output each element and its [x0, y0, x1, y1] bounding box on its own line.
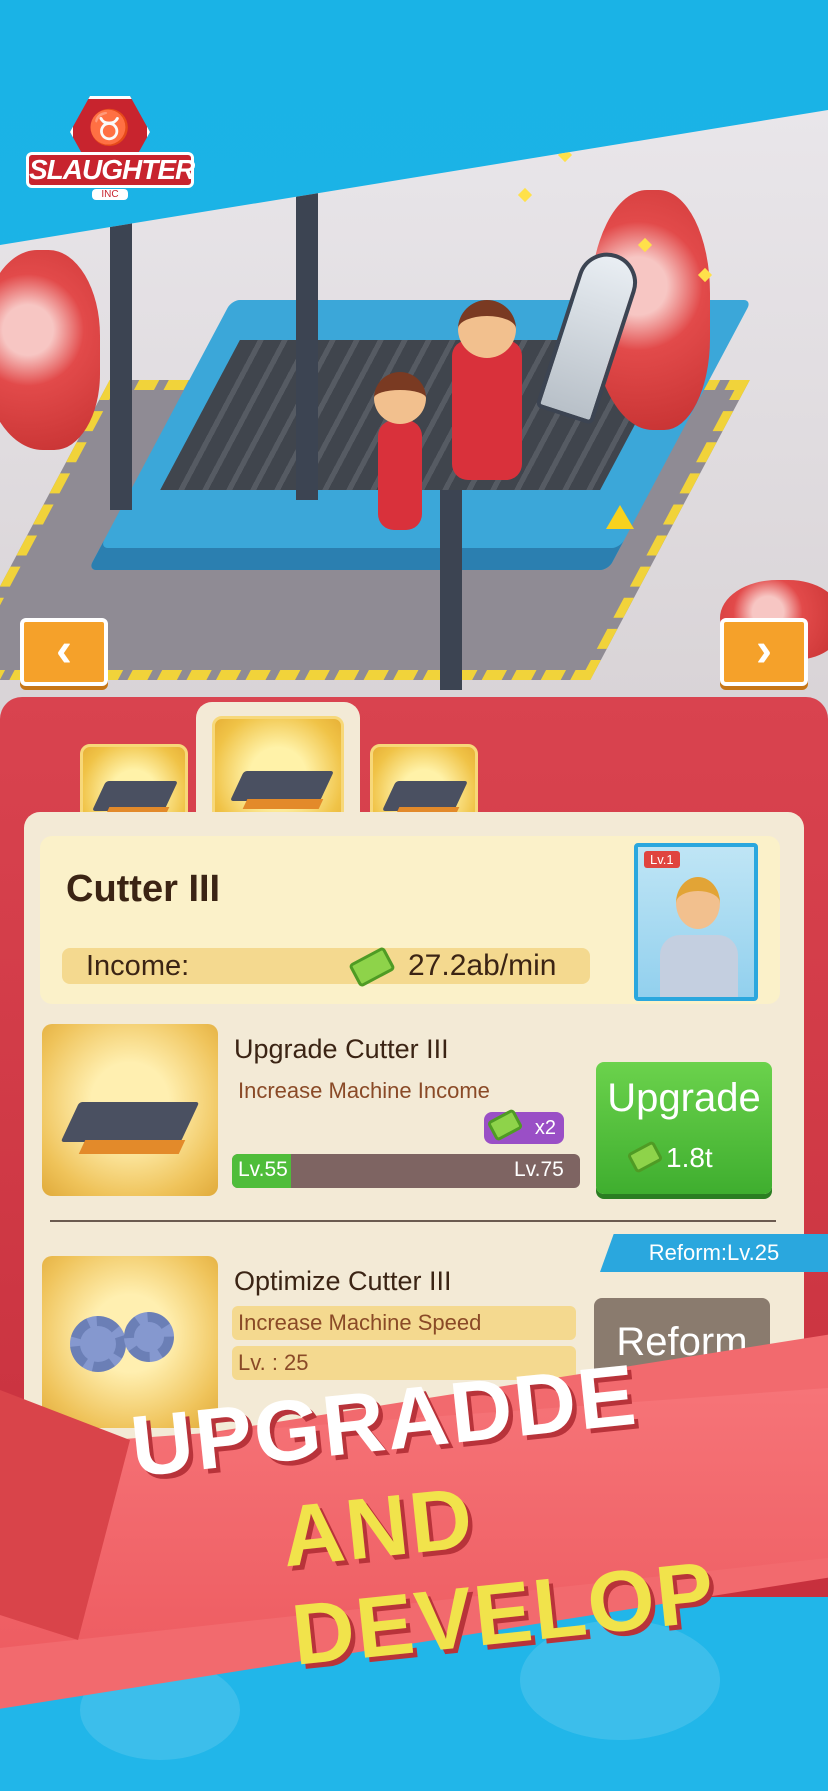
assistant-head [374, 372, 426, 424]
assistant-worker [378, 420, 422, 530]
next-machine-button[interactable]: › [720, 618, 808, 686]
machine-name: Cutter III [66, 868, 221, 910]
gear-icon [124, 1312, 174, 1362]
gear-icon [70, 1316, 126, 1372]
spark [557, 147, 573, 163]
optimize-description: Increase Machine Speed [238, 1310, 482, 1335]
cash-icon [626, 1140, 664, 1174]
bull-icon: ♉ [88, 109, 131, 147]
butcher-head [458, 300, 516, 358]
reform-requirement-tag: Reform:Lv.25 [600, 1234, 828, 1272]
upgrade-button[interactable]: Upgrade 1.8t [596, 1062, 772, 1194]
cutter-machine-icon [60, 1102, 200, 1142]
upgrade-button-label: Upgrade [607, 1076, 761, 1120]
item-divider [50, 1220, 776, 1222]
upgrade-cost: 1.8t [666, 1142, 713, 1173]
manager-level: Lv.1 [644, 851, 680, 868]
income-label: Income: [86, 950, 190, 982]
manager-avatar [676, 877, 720, 929]
optimize-title: Optimize Cutter III [234, 1266, 452, 1296]
logo-brand: SLAUGHTER [26, 152, 195, 188]
manager-card[interactable]: Lv.1 [634, 843, 758, 1001]
optimize-level: Lv. : 25 [238, 1350, 309, 1375]
cutter-base-icon [242, 799, 324, 809]
support-pillar [440, 490, 462, 690]
warning-icon [606, 505, 634, 529]
previous-machine-button[interactable]: ‹ [20, 618, 108, 686]
level-current: Lv.55 [238, 1158, 288, 1181]
logo-sub: INC [92, 189, 128, 200]
upgrade-title: Upgrade Cutter III [234, 1034, 449, 1064]
support-pillar [110, 220, 132, 510]
support-pillar [296, 170, 318, 500]
cutter-base-icon [78, 1140, 186, 1154]
manager-avatar-body [660, 935, 738, 997]
spark [517, 187, 533, 203]
game-logo: ♉ SLAUGHTER INC [26, 96, 195, 214]
meat-hanging [0, 250, 100, 450]
upgrade-item-thumbnail [42, 1024, 218, 1196]
cutter-machine-icon [230, 771, 334, 801]
upgrade-description: Increase Machine Income [238, 1078, 490, 1103]
income-value: 27.2ab/min [408, 949, 557, 982]
butcher-worker [452, 340, 522, 480]
multiplier-value: x2 [534, 1117, 556, 1139]
level-target: Lv.75 [514, 1158, 564, 1181]
